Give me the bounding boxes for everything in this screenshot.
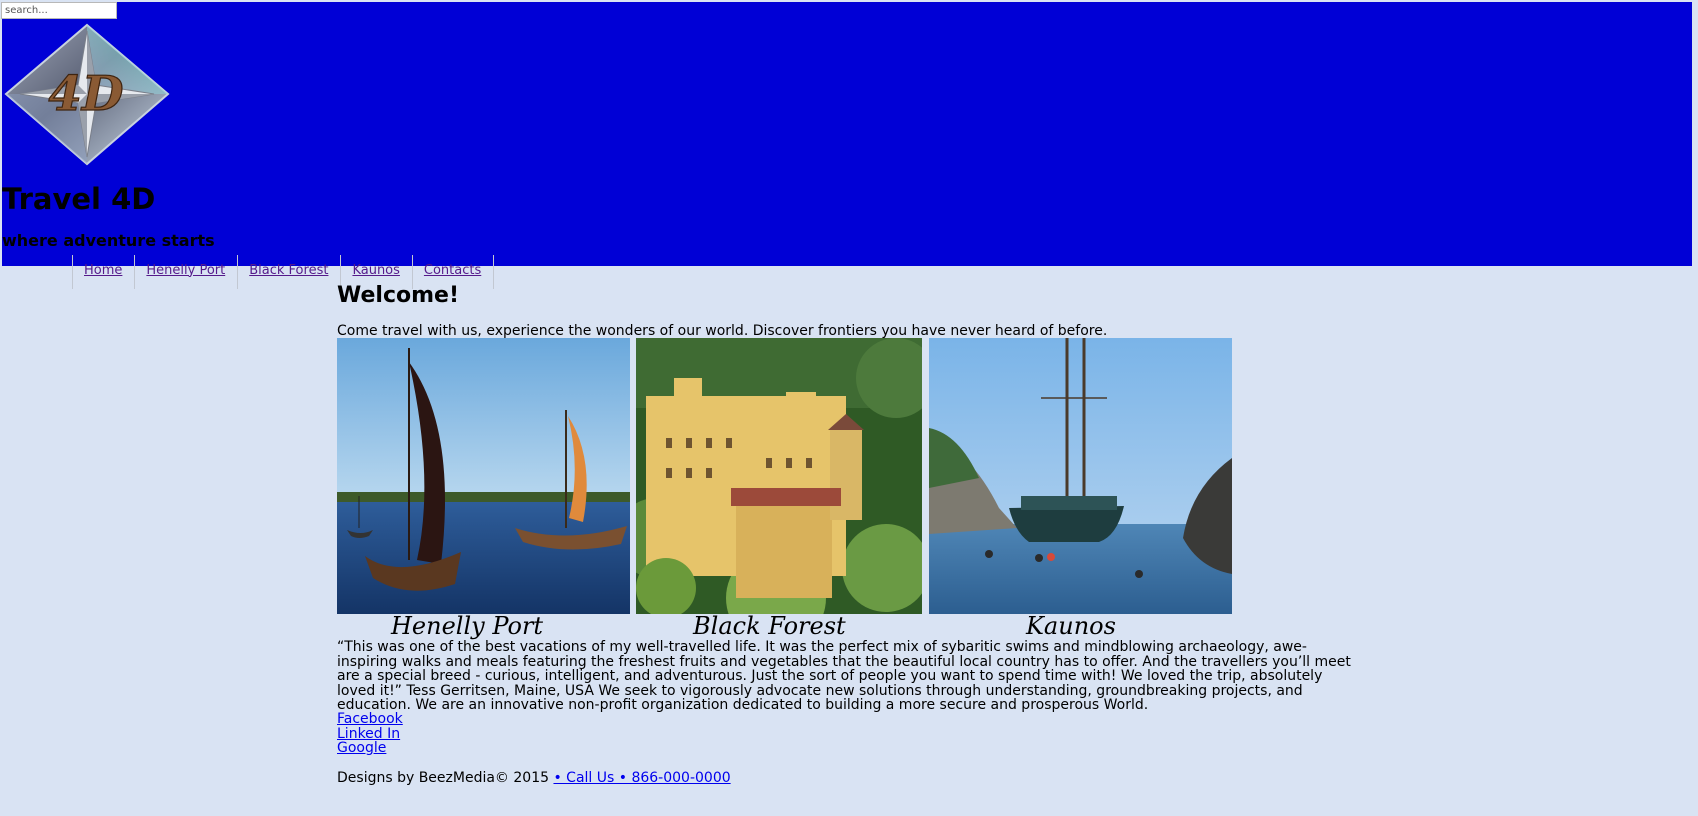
linkedin-link[interactable]: Linked In: [337, 726, 403, 742]
testimonial-text: “This was one of the best vacations of m…: [337, 639, 1351, 713]
black-forest-photo: [636, 338, 922, 614]
call-us-link[interactable]: • Call Us • 866-000-0000: [553, 770, 730, 786]
welcome-heading: Welcome!: [337, 283, 459, 308]
nav-henelly-port[interactable]: Henelly Port: [135, 255, 239, 289]
caption-kaunos: Kaunos: [1026, 612, 1116, 640]
header-banner: [2, 2, 1692, 266]
social-links: Facebook Linked In Google: [337, 712, 403, 756]
nav-home[interactable]: Home: [73, 255, 136, 289]
henelly-port-photo: [337, 338, 630, 614]
kaunos-photo: [929, 338, 1232, 614]
caption-henelly-port: Henelly Port: [391, 612, 544, 640]
footer: Designs by BeezMedia© 2015 • Call Us • 8…: [337, 769, 731, 787]
facebook-link[interactable]: Facebook: [337, 712, 403, 727]
logo: 4D: [4, 23, 170, 166]
google-link[interactable]: Google: [337, 741, 403, 756]
nav-black-forest[interactable]: Black Forest: [238, 255, 342, 289]
caption-black-forest: Black Forest: [693, 612, 846, 640]
search-input[interactable]: [1, 2, 117, 19]
site-tagline: where adventure starts: [2, 231, 215, 250]
logo-text: 4D: [48, 66, 123, 122]
footer-credit: Designs by BeezMedia© 2015: [337, 770, 550, 786]
site-title: Travel 4D: [2, 182, 156, 216]
